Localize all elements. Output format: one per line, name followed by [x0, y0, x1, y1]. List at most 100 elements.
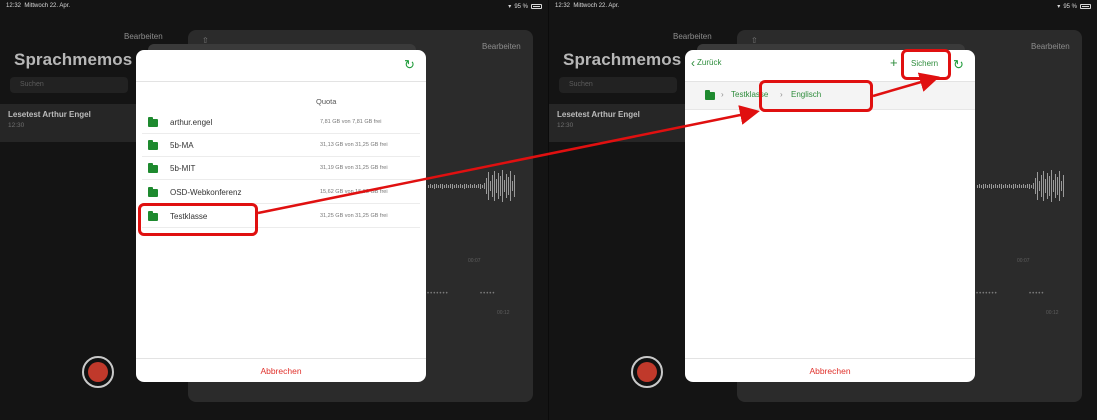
folder-row[interactable]: 5b-MA 31,13 GB von 31,25 GB frei	[142, 135, 420, 157]
waveform-bar	[454, 184, 455, 188]
folder-quota: 31,25 GB von 31,25 GB frei	[320, 213, 388, 219]
waveform-bar	[444, 184, 445, 188]
search-input[interactable]: Suchen	[10, 77, 128, 93]
waveform-bar	[446, 184, 447, 188]
folder-icon	[148, 187, 158, 197]
dialog-header: ↻	[136, 50, 426, 82]
highlight-save	[901, 49, 951, 80]
record-button[interactable]	[82, 356, 114, 388]
waveform-bar	[1007, 184, 1008, 188]
folder-row[interactable]: 5b-MIT 31,19 GB von 31,25 GB frei	[142, 158, 420, 180]
waveform-bar	[1019, 184, 1020, 188]
waveform-bar	[486, 178, 487, 194]
waveform-bar	[1041, 175, 1042, 197]
playback-control-dots: •••••	[480, 291, 496, 297]
waveform-bar	[1001, 183, 1002, 189]
waveform-bar	[1027, 184, 1028, 188]
playback-control-dots: •••••••	[976, 291, 998, 297]
recording-title: Lesetest Arthur Engel	[8, 110, 91, 119]
waveform-bar	[1059, 171, 1060, 201]
share-icon: ⇧	[202, 36, 209, 45]
edit-button[interactable]: Bearbeiten	[124, 32, 163, 41]
waveform-bar	[448, 184, 449, 188]
folder-quota: 7,81 GB von 7,81 GB frei	[320, 119, 382, 125]
waveform-bar	[436, 184, 437, 188]
waveform-bar	[1015, 184, 1016, 188]
waveform-bar	[466, 184, 467, 188]
folder-name: OSD-Webkonferenz	[170, 188, 242, 197]
waveform-bar	[474, 184, 475, 188]
waveform-bar	[430, 184, 431, 188]
sheet-edit-button[interactable]: Bearbeiten	[482, 42, 521, 51]
waveform-bar	[460, 184, 461, 188]
folder-name: 5b-MA	[170, 141, 194, 150]
new-folder-button[interactable]: +	[890, 55, 898, 70]
wave-time-start: 00:07	[468, 258, 481, 264]
waveform-bar	[1061, 181, 1062, 191]
status-time-date: 12:32 Mittwoch 22. Apr.	[6, 3, 71, 9]
wifi-icon: ▾	[1057, 4, 1061, 10]
recording-title: Lesetest Arthur Engel	[557, 110, 640, 119]
waveform-bar	[983, 183, 984, 189]
waveform-bar	[492, 175, 493, 197]
wifi-icon: ▾	[508, 4, 512, 10]
waveform-bar	[470, 184, 471, 188]
refresh-icon[interactable]: ↻	[953, 57, 964, 73]
waveform-bar	[1009, 184, 1010, 188]
playback-control-dots: •••••	[1029, 291, 1045, 297]
highlight-breadcrumb	[759, 80, 873, 112]
folder-name: 5b-MIT	[170, 164, 196, 173]
back-button[interactable]: ‹ Zurück	[691, 57, 722, 69]
waveform-bar	[484, 183, 485, 189]
recording-time: 12:30	[8, 122, 25, 129]
refresh-icon[interactable]: ↻	[404, 57, 415, 73]
waveform-bar	[1023, 184, 1024, 188]
record-button[interactable]	[631, 356, 663, 388]
battery-percent: 95 %	[1063, 3, 1077, 10]
waveform-bar	[468, 184, 469, 188]
battery-icon	[531, 4, 542, 9]
waveform-bar	[472, 184, 473, 188]
waveform-bar	[508, 177, 509, 195]
waveform-bar	[995, 184, 996, 188]
waveform-bar	[480, 183, 481, 189]
waveform-bar	[1003, 184, 1004, 188]
waveform-bar	[993, 184, 994, 188]
folder-row[interactable]: arthur.engel 7,81 GB von 7,81 GB frei	[142, 112, 420, 134]
waveform-bar	[1043, 171, 1044, 201]
waveform-bar	[1011, 184, 1012, 188]
folder-icon	[148, 140, 158, 150]
waveform-bar	[478, 184, 479, 188]
cancel-button[interactable]: Abbrechen	[685, 358, 975, 382]
recording-list-item[interactable]: Lesetest Arthur Engel 12:30	[0, 104, 138, 142]
sheet-edit-button[interactable]: Bearbeiten	[1031, 42, 1070, 51]
waveform-bar	[450, 184, 451, 188]
folder-icon	[148, 117, 158, 127]
waveform-bar	[1039, 181, 1040, 191]
waveform-bar	[1013, 183, 1014, 189]
wave-time-start: 00:07	[1017, 258, 1030, 264]
status-right: ▾ 95 %	[1057, 3, 1091, 10]
waveform-bar	[1051, 170, 1052, 202]
waveform-bar	[452, 183, 453, 189]
waveform-bar	[1021, 184, 1022, 188]
waveform-bar	[979, 184, 980, 188]
waveform-bar	[1055, 174, 1056, 198]
waveform-bar	[1053, 180, 1054, 192]
folder-quota: 31,19 GB von 31,25 GB frei	[320, 165, 388, 171]
battery-icon	[1080, 4, 1091, 9]
status-time-date: 12:32 Mittwoch 22. Apr.	[555, 3, 620, 9]
waveform-bar	[456, 184, 457, 188]
waveform-bar	[462, 184, 463, 188]
search-input[interactable]: Suchen	[559, 77, 677, 93]
status-right: ▾ 95 %	[508, 3, 542, 10]
waveform-bar	[991, 183, 992, 189]
edit-button[interactable]: Bearbeiten	[673, 32, 712, 41]
cancel-button[interactable]: Abbrechen	[136, 358, 426, 382]
waveform-bar	[1063, 175, 1064, 197]
folder-row[interactable]: OSD-Webkonferenz 15,62 GB von 15,63 GB fr…	[142, 182, 420, 204]
back-label: Zurück	[697, 58, 722, 67]
waveform-bar	[997, 184, 998, 188]
waveform-bar	[434, 183, 435, 189]
recording-list-item[interactable]: Lesetest Arthur Engel 12:30	[549, 104, 687, 142]
